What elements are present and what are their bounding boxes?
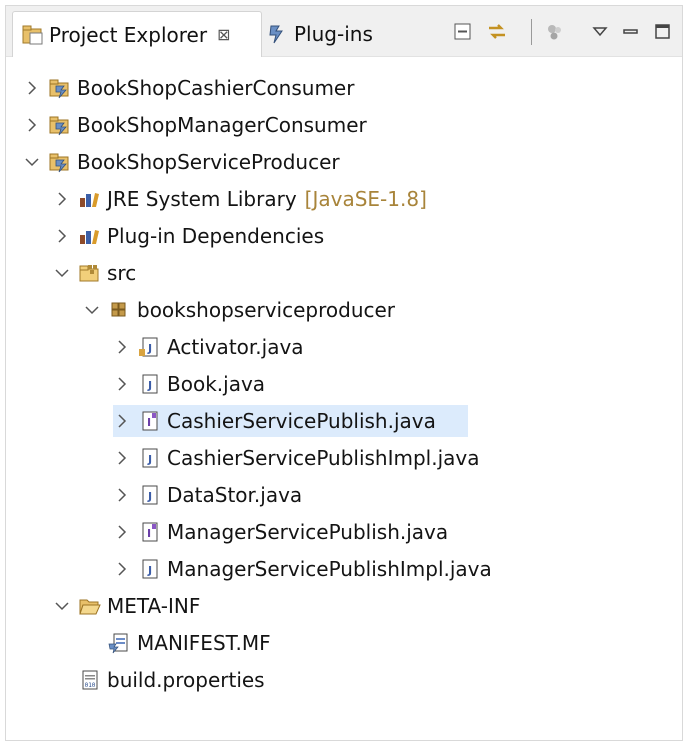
chevron-right-icon[interactable] (113, 523, 131, 541)
chevron-right-icon[interactable] (113, 486, 131, 504)
tree-item-label: Book.java (167, 372, 266, 396)
source-folder-icon (79, 265, 99, 282)
svg-text:J: J (147, 490, 152, 503)
chevron-right-icon[interactable] (113, 560, 131, 578)
project-explorer-view: Project Explorer ⊠ Plug-ins BookShopCash… (5, 5, 683, 741)
tree-item-plug-in-dependencies[interactable]: Plug-in Dependencies (53, 220, 324, 252)
folder-open-icon (79, 599, 101, 615)
interface-file-icon: I (142, 411, 158, 431)
tree-item-package-bookshopserviceproducer[interactable]: bookshopserviceproducer (83, 294, 395, 326)
package-icon (111, 302, 126, 317)
chevron-right-icon[interactable] (23, 116, 41, 134)
tree-item-label: BookShopManagerConsumer (77, 113, 367, 137)
java-file-icon: J (142, 559, 158, 579)
chevron-right-icon[interactable] (113, 449, 131, 467)
chevron-right-icon[interactable] (53, 190, 71, 208)
tree-item-label: CashierServicePublish.java (167, 409, 436, 433)
svg-text:I: I (147, 527, 151, 540)
java-file-icon: J (142, 448, 158, 468)
tree-item-bookshopcashierconsumer[interactable]: BookShopCashierConsumer (23, 72, 354, 104)
plugin-project-icon (49, 116, 69, 136)
chevron-right-icon[interactable] (113, 338, 131, 356)
svg-text:J: J (147, 564, 152, 577)
chevron-down-icon[interactable] (83, 301, 101, 319)
manifest-file-icon (108, 633, 128, 654)
java-file-icon: J (142, 374, 158, 394)
tree-item-label: BookShopCashierConsumer (77, 76, 355, 100)
tree-item-label: ManagerServicePublish.java (167, 520, 449, 544)
tree-item-activator-java[interactable]: J Activator.java (113, 331, 304, 363)
chevron-right-icon[interactable] (23, 79, 41, 97)
tree-item-manifest-mf[interactable]: MANIFEST.MF (107, 627, 271, 659)
tree-item-cashierservicepublish-java[interactable]: I CashierServicePublish.java (113, 405, 468, 437)
tab-label: Project Explorer (49, 22, 208, 47)
library-icon (80, 193, 99, 207)
tree-item-label: Plug-in Dependencies (107, 224, 325, 248)
svg-text:J: J (147, 342, 152, 355)
tree-item-bookshopserviceproducer[interactable]: BookShopServiceProducer (23, 146, 340, 178)
view-menu-icon[interactable] (590, 21, 612, 43)
tree-item-label: JRE System Library (107, 187, 297, 211)
tab-project-explorer[interactable]: Project Explorer ⊠ (12, 11, 262, 57)
tree-item-book-java[interactable]: J Book.java (113, 368, 265, 400)
tree-item-src[interactable]: src (53, 257, 136, 289)
chevron-down-icon[interactable] (53, 597, 71, 615)
tree-item-managerservicepublishimpl-java[interactable]: J ManagerServicePublishImpl.java (113, 553, 492, 585)
close-tab-icon[interactable]: ⊠ (217, 25, 230, 44)
tree-item-label: Activator.java (167, 335, 304, 359)
tree-item-label: src (107, 261, 137, 285)
chevron-right-icon[interactable] (113, 375, 131, 393)
chevron-right-icon[interactable] (113, 412, 131, 430)
tree-item-bookshopmanagerconsumer[interactable]: BookShopManagerConsumer (23, 109, 367, 141)
link-with-editor-icon[interactable] (486, 21, 508, 43)
jre-version-decoration: [JavaSE-1.8] (304, 187, 427, 211)
tree-item-label: CashierServicePublishImpl.java (167, 446, 480, 470)
library-icon (80, 230, 99, 244)
plug-in-icon (269, 25, 283, 44)
tab-label: Plug-ins (294, 22, 373, 46)
properties-file-icon: 010 (82, 670, 98, 690)
tree-item-build-properties[interactable]: 010 build.properties (77, 664, 265, 696)
collapse-all-icon[interactable] (452, 21, 474, 43)
plugin-project-icon (49, 79, 69, 99)
svg-text:J: J (147, 453, 152, 466)
tree-item-cashierservicepublishimpl-java[interactable]: J CashierServicePublishImpl.java (113, 442, 480, 474)
project-explorer-icon (22, 25, 43, 44)
tree-item-label: build.properties (107, 668, 265, 692)
java-file-icon: J (142, 485, 158, 505)
maximize-icon[interactable] (652, 21, 674, 43)
plugin-project-icon (49, 153, 69, 173)
tree-item-label: bookshopserviceproducer (137, 298, 396, 322)
tree-item-label: BookShopServiceProducer (77, 150, 340, 174)
minimize-icon[interactable] (620, 21, 642, 43)
tree-item-datastor-java[interactable]: J DataStor.java (113, 479, 302, 511)
svg-text:010: 010 (85, 682, 96, 689)
svg-text:J: J (147, 379, 152, 392)
tree-item-managerservicepublish-java[interactable]: I ManagerServicePublish.java (113, 516, 448, 548)
tree-item-label: MANIFEST.MF (137, 631, 271, 655)
interface-file-icon: I (142, 522, 158, 542)
chevron-down-icon[interactable] (53, 264, 71, 282)
view-tab-bar: Project Explorer ⊠ Plug-ins (6, 6, 682, 57)
tree-item-jre-system-library[interactable]: JRE System Library [JavaSE-1.8] (53, 183, 427, 215)
tree-item-label: DataStor.java (167, 483, 303, 507)
tree-item-label: ManagerServicePublishImpl.java (167, 557, 492, 581)
toolbar-separator (531, 19, 532, 45)
tab-plug-ins[interactable]: Plug-ins (262, 12, 398, 56)
tree-item-meta-inf[interactable]: META-INF (53, 590, 200, 622)
filters-icon[interactable] (544, 21, 566, 43)
java-file-icon: J (139, 337, 158, 357)
svg-text:I: I (147, 416, 151, 429)
tree-item-label: META-INF (107, 594, 201, 618)
chevron-down-icon[interactable] (23, 153, 41, 171)
chevron-right-icon[interactable] (53, 227, 71, 245)
